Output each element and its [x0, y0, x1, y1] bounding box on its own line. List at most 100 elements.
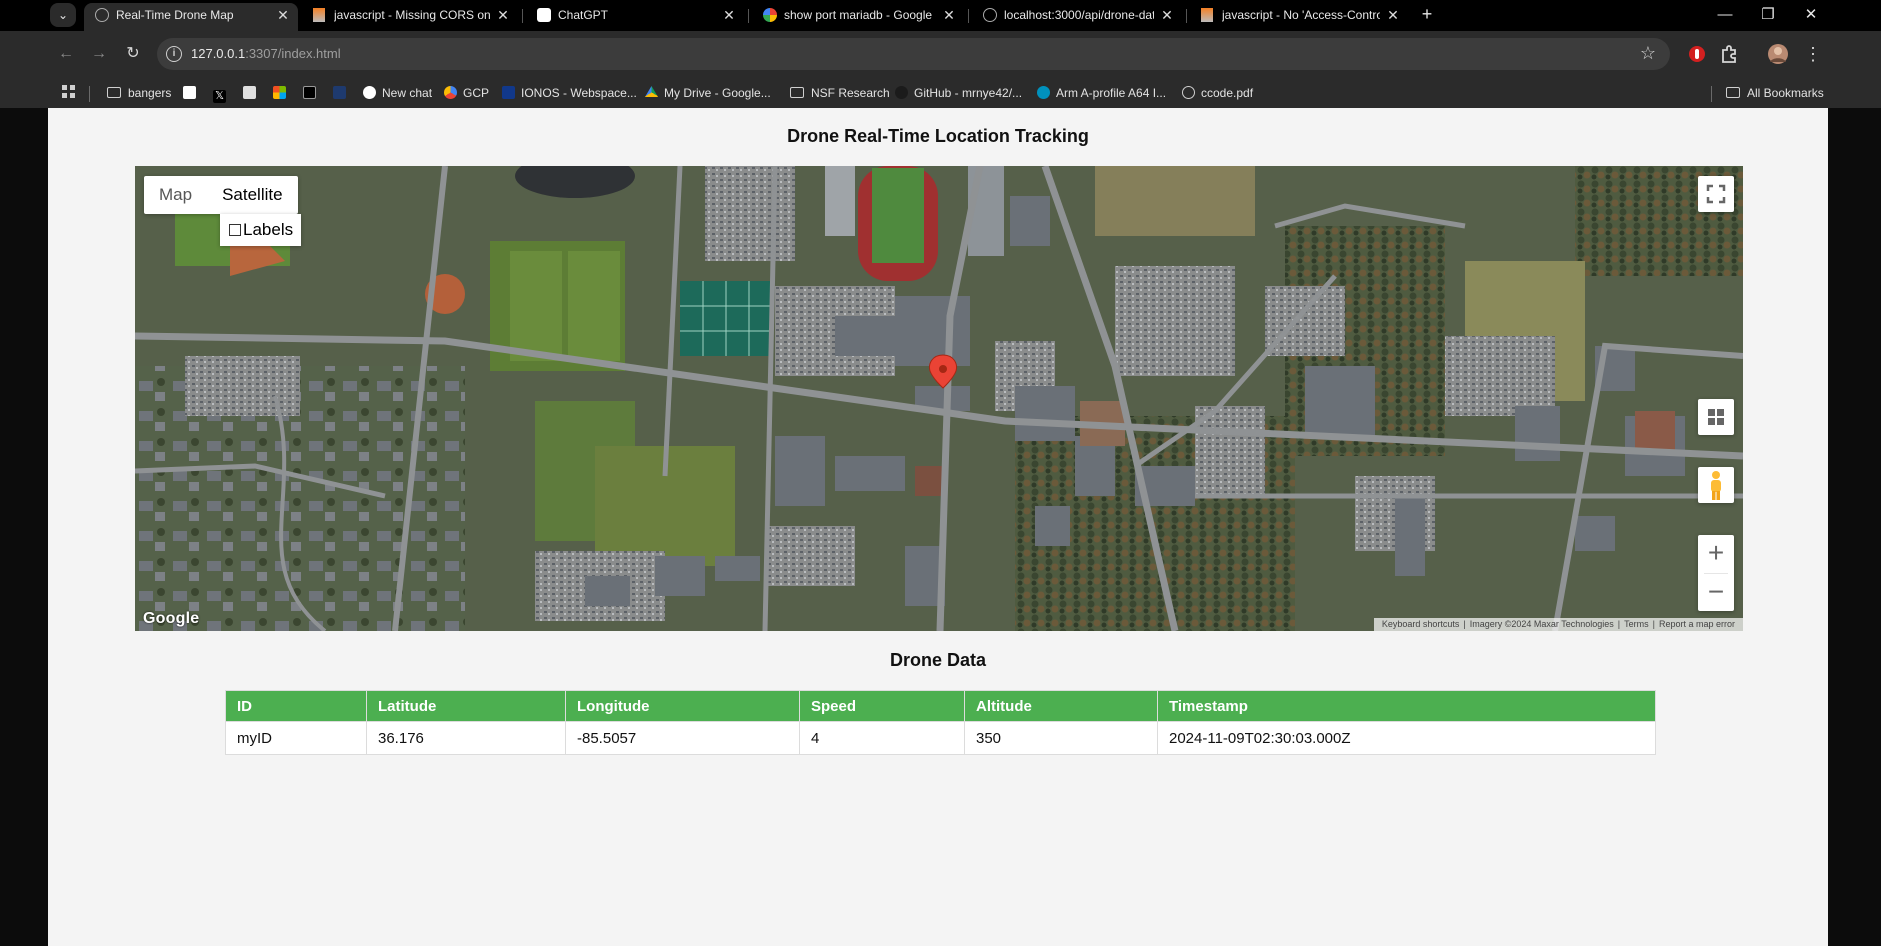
- fullscreen-button[interactable]: [1698, 176, 1734, 212]
- minimize-icon: —: [1717, 6, 1733, 23]
- bookmark-gcp[interactable]: GCP: [444, 83, 489, 103]
- globe-icon: [983, 8, 997, 22]
- bookmark-ccode-pdf[interactable]: ccode.pdf: [1182, 83, 1253, 103]
- restore-button[interactable]: ❐: [1750, 2, 1786, 28]
- cell-longitude: -85.5057: [565, 721, 800, 755]
- tab-search-button[interactable]: ⌄: [50, 3, 76, 27]
- globe-icon: [95, 8, 109, 22]
- google-logo: Google: [143, 610, 200, 627]
- bookmark-nsf-research[interactable]: NSF Research: [790, 83, 890, 103]
- address-bar[interactable]: i 127.0.0.1:3307/index.html ☆: [157, 38, 1670, 70]
- tab-real-time-drone-map[interactable]: Real-Time Drone Map ✕: [84, 3, 298, 31]
- bookmark-label: IONOS - Webspace...: [521, 86, 637, 100]
- tab-no-access-control[interactable]: javascript - No 'Access-Control ✕: [1190, 3, 1408, 31]
- map-type-satellite-button[interactable]: Satellite: [207, 176, 297, 214]
- cell-altitude: 350: [964, 721, 1158, 755]
- tab-title: show port mariadb - Google Se: [784, 8, 936, 22]
- table-row: myID 36.176 -85.5057 4 350 2024-11-09T02…: [225, 721, 1656, 755]
- close-icon[interactable]: ✕: [942, 3, 956, 27]
- chatgpt-icon: [537, 8, 551, 22]
- close-icon[interactable]: ✕: [1160, 3, 1174, 27]
- bookmark-github[interactable]: GitHub - mrnye42/...: [895, 83, 1022, 103]
- table-header-row: ID Latitude Longitude Speed Altitude Tim…: [225, 690, 1656, 722]
- tab-drone-data-api[interactable]: localhost:3000/api/drone-data ✕: [972, 3, 1182, 31]
- apps-icon[interactable]: [62, 83, 76, 103]
- all-bookmarks[interactable]: All Bookmarks: [1726, 83, 1824, 103]
- zoom-in-button[interactable]: +: [1698, 535, 1734, 573]
- stackoverflow-icon: [1201, 8, 1213, 22]
- street-view-pegman[interactable]: [1698, 467, 1734, 503]
- labels-toggle[interactable]: Labels: [220, 214, 301, 246]
- x-icon: 𝕏: [213, 90, 226, 103]
- bookmark-pdf[interactable]: [243, 83, 262, 103]
- stackoverflow-icon: [313, 8, 325, 22]
- more-menu-icon[interactable]: ⋮: [1802, 43, 1824, 65]
- folder-icon: [1726, 87, 1740, 98]
- column-header-timestamp: Timestamp: [1157, 690, 1656, 722]
- bookmark-label: Arm A-profile A64 I...: [1056, 86, 1167, 100]
- cell-timestamp: 2024-11-09T02:30:03.000Z: [1157, 721, 1656, 755]
- bookmark-label: GCP: [463, 86, 490, 100]
- map-type-control: Map Satellite: [144, 176, 298, 214]
- keyboard-shortcuts-link[interactable]: Keyboard shortcuts: [1378, 619, 1464, 629]
- bookmark-label: GitHub - mrnye42/...: [914, 86, 1023, 100]
- back-button[interactable]: ←: [54, 42, 78, 66]
- tab-missing-cors[interactable]: javascript - Missing CORS on th ✕: [302, 3, 518, 31]
- reload-button[interactable]: ↻: [121, 42, 145, 66]
- terms-link[interactable]: Terms: [1620, 619, 1653, 629]
- tilt-grid-button[interactable]: [1698, 399, 1734, 435]
- bookmark-p[interactable]: [183, 83, 202, 103]
- column-header-longitude: Longitude: [565, 690, 800, 722]
- dxl-icon: [303, 86, 316, 99]
- bookmark-dxl[interactable]: [303, 83, 322, 103]
- bookmark-bangers[interactable]: bangers: [107, 83, 171, 103]
- cell-latitude: 36.176: [366, 721, 566, 755]
- checkbox-icon[interactable]: [229, 224, 241, 236]
- map-type-map-button[interactable]: Map: [144, 176, 207, 214]
- reload-icon: ↻: [126, 45, 140, 62]
- bookmark-arm[interactable]: Arm A-profile A64 I...: [1037, 83, 1166, 103]
- zoom-out-button[interactable]: −: [1698, 574, 1734, 612]
- bookmark-ionos[interactable]: IONOS - Webspace...: [502, 83, 637, 103]
- bookmark-new-chat[interactable]: New chat: [363, 83, 432, 103]
- browser-toolbar: ← → ↻ i 127.0.0.1:3307/index.html ☆ ⋮: [0, 31, 1881, 77]
- url-path: :3307/index.html: [245, 46, 341, 61]
- extensions-puzzle-icon[interactable]: [1718, 43, 1740, 65]
- report-map-error-link[interactable]: Report a map error: [1655, 619, 1739, 629]
- imagery-credit: Imagery ©2024 Maxar Technologies: [1469, 619, 1614, 629]
- pdf-icon: [243, 86, 256, 99]
- bookmark-label: ccode.pdf: [1201, 86, 1254, 100]
- close-icon[interactable]: ✕: [276, 3, 290, 27]
- bookmark-star-icon[interactable]: ☆: [1640, 43, 1656, 64]
- minimize-button[interactable]: —: [1707, 2, 1743, 28]
- close-icon[interactable]: ✕: [496, 3, 510, 27]
- tab-chatgpt[interactable]: ChatGPT ✕: [526, 3, 744, 31]
- p-icon: [183, 86, 196, 99]
- bookmark-my-drive[interactable]: My Drive - Google...: [645, 83, 771, 103]
- labels-label: Labels: [243, 220, 294, 239]
- extension-red-icon[interactable]: [1686, 43, 1708, 65]
- bookmark-x[interactable]: 𝕏: [213, 83, 232, 103]
- close-icon[interactable]: ✕: [1386, 3, 1400, 27]
- map-view[interactable]: Map Satellite Labels + − Google Keyboard…: [135, 166, 1743, 631]
- restore-icon: ❐: [1761, 6, 1775, 23]
- new-tab-button[interactable]: +: [1415, 3, 1439, 27]
- bookmark-label: NSF Research: [811, 86, 890, 100]
- url-text[interactable]: 127.0.0.1:3307/index.html: [191, 46, 341, 61]
- close-window-button[interactable]: ✕: [1793, 2, 1829, 28]
- google-icon: [763, 8, 777, 22]
- folder-icon: [790, 87, 804, 98]
- bookmark-fsa[interactable]: [333, 83, 352, 103]
- tab-google-search[interactable]: show port mariadb - Google Se ✕: [752, 3, 964, 31]
- forward-button[interactable]: →: [87, 42, 111, 66]
- site-info-icon[interactable]: i: [166, 46, 182, 62]
- chevron-down-icon: ⌄: [57, 8, 69, 22]
- profile-avatar[interactable]: [1767, 43, 1789, 65]
- bookmark-microsoft[interactable]: [273, 83, 292, 103]
- bookmark-label: bangers: [128, 86, 172, 100]
- column-header-latitude: Latitude: [366, 690, 566, 722]
- tab-title: localhost:3000/api/drone-data: [1004, 8, 1154, 22]
- close-icon[interactable]: ✕: [722, 3, 736, 27]
- arm-icon: [1037, 86, 1050, 99]
- column-header-id: ID: [225, 690, 367, 722]
